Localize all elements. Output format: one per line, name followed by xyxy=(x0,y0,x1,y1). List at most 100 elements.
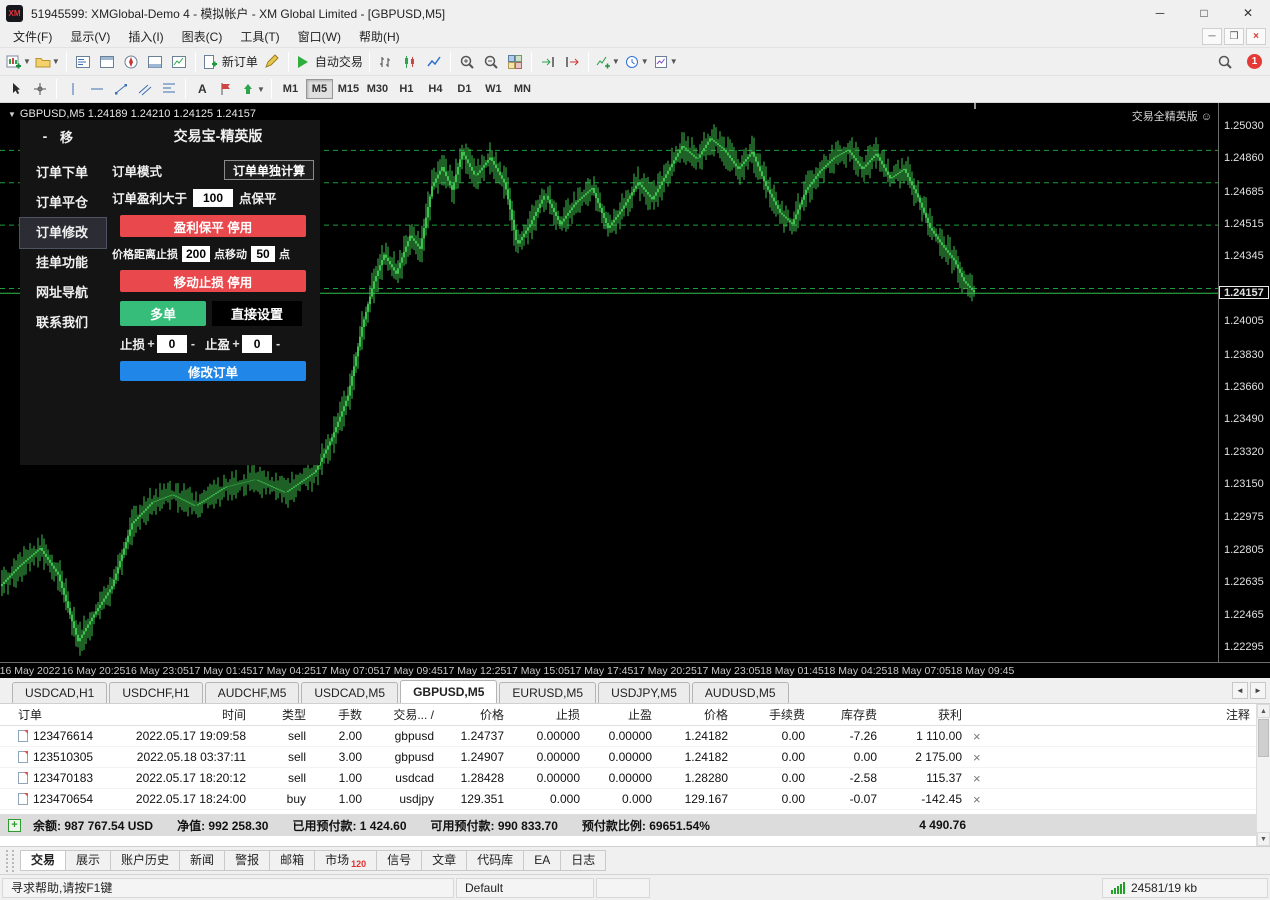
search-button[interactable] xyxy=(1213,50,1237,74)
panel-nav-order-modify[interactable]: 订单修改 xyxy=(20,218,106,248)
sl-plus-button[interactable]: + xyxy=(145,337,157,351)
stop-loss-input[interactable] xyxy=(157,335,187,353)
time-axis[interactable]: 16 May 202216 May 20:2516 May 23:0517 Ma… xyxy=(0,662,1270,678)
timeframe-h1-button[interactable]: H1 xyxy=(393,79,420,99)
column-header-type[interactable]: 类型 xyxy=(250,706,310,723)
column-header-time[interactable]: 时间 xyxy=(110,706,250,723)
maximize-button[interactable]: □ xyxy=(1182,0,1226,26)
breakeven-toggle-button[interactable]: 盈利保平 停用 xyxy=(120,215,306,237)
channel-button[interactable] xyxy=(133,77,157,101)
mdi-close-button[interactable]: × xyxy=(1246,28,1266,45)
indicators-button[interactable]: ▼ xyxy=(593,50,622,74)
column-header-swap[interactable]: 库存费 xyxy=(809,706,881,723)
chart-tab-usdcad-h1[interactable]: USDCAD,H1 xyxy=(12,682,107,703)
cursor-button[interactable] xyxy=(4,77,28,101)
scrollbar-thumb[interactable] xyxy=(1258,719,1269,757)
zoom-out-button[interactable] xyxy=(479,50,503,74)
panel-nav-contact-us[interactable]: 联系我们 xyxy=(20,308,106,338)
autotrading-button[interactable]: 自动交易 xyxy=(293,50,365,74)
timeframe-h4-button[interactable]: H4 xyxy=(422,79,449,99)
buy-orders-button[interactable]: 多单 xyxy=(120,301,206,326)
price-axis[interactable]: 1.250301.248601.246851.245151.243451.241… xyxy=(1218,103,1270,662)
direct-set-button[interactable]: 直接设置 xyxy=(212,301,302,326)
table-row[interactable]: 1234701832022.05.17 18:20:12sell1.00usdc… xyxy=(0,768,1270,789)
bottom-tab-trade[interactable]: 交易 xyxy=(20,850,66,871)
scroll-down-icon[interactable]: ▼ xyxy=(1257,832,1270,846)
column-header-profit[interactable]: 获利 xyxy=(881,706,966,723)
tp-plus-button[interactable]: + xyxy=(230,337,242,351)
timeframe-mn-button[interactable]: MN xyxy=(509,79,536,99)
trailing-step-input[interactable] xyxy=(251,246,275,262)
status-profile[interactable]: Default xyxy=(456,878,594,898)
bottom-tab-market[interactable]: 市场120 xyxy=(314,850,377,871)
timeframe-m5-button[interactable]: M5 xyxy=(306,79,333,99)
panel-nav-url-nav[interactable]: 网址导航 xyxy=(20,278,106,308)
profiles-button[interactable]: ▼ xyxy=(33,50,62,74)
column-header-price2[interactable]: 价格 xyxy=(656,706,732,723)
autoscroll-toggle[interactable] xyxy=(536,50,560,74)
zoom-in-button[interactable] xyxy=(455,50,479,74)
bottom-tab-mailbox[interactable]: 邮箱 xyxy=(269,850,315,871)
column-header-symbol[interactable]: 交易... / xyxy=(366,706,438,723)
profit-threshold-input[interactable] xyxy=(193,189,233,207)
menu-item-window[interactable]: 窗口(W) xyxy=(289,26,350,47)
close-button[interactable]: ✕ xyxy=(1226,0,1270,26)
trailing-distance-input[interactable] xyxy=(182,246,210,262)
chart-tab-audchf-m5[interactable]: AUDCHF,M5 xyxy=(205,682,300,703)
column-header-comment[interactable]: 注释 xyxy=(996,706,1254,723)
table-row[interactable]: 1235103052022.05.18 03:37:11sell3.00gbpu… xyxy=(0,747,1270,768)
column-header-lots[interactable]: 手数 xyxy=(310,706,366,723)
timeframe-m30-button[interactable]: M30 xyxy=(364,79,391,99)
navigator-toggle[interactable] xyxy=(119,50,143,74)
column-header-tp[interactable]: 止盈 xyxy=(584,706,656,723)
bottom-tab-account-history[interactable]: 账户历史 xyxy=(110,850,180,871)
line-chart-button[interactable] xyxy=(422,50,446,74)
chart-tab-audusd-m5[interactable]: AUDUSD,M5 xyxy=(692,682,789,703)
templates-button[interactable]: ▼ xyxy=(651,50,680,74)
chart-shift-toggle[interactable] xyxy=(560,50,584,74)
tile-windows-button[interactable] xyxy=(503,50,527,74)
text-button[interactable]: A xyxy=(190,77,214,101)
trendline-button[interactable] xyxy=(109,77,133,101)
fibonacci-button[interactable] xyxy=(157,77,181,101)
column-header-sl[interactable]: 止损 xyxy=(508,706,584,723)
menu-item-charts[interactable]: 图表(C) xyxy=(173,26,232,47)
notifications-badge[interactable]: 1 xyxy=(1247,54,1262,69)
panel-grip[interactable] xyxy=(6,850,14,872)
strategy-tester-toggle[interactable] xyxy=(167,50,191,74)
chart-tab-usdcad-m5[interactable]: USDCAD,M5 xyxy=(301,682,398,703)
text-label-button[interactable] xyxy=(214,77,238,101)
chart-tab-gbpusd-m5[interactable]: GBPUSD,M5 xyxy=(400,680,497,703)
panel-nav-order-close[interactable]: 订单平仓 xyxy=(20,188,106,218)
take-profit-input[interactable] xyxy=(242,335,272,353)
mdi-restore-button[interactable]: ❒ xyxy=(1224,28,1244,45)
timeframe-d1-button[interactable]: D1 xyxy=(451,79,478,99)
bottom-tab-experts[interactable]: EA xyxy=(523,850,561,871)
minimize-button[interactable]: ─ xyxy=(1138,0,1182,26)
chart-tab-usdjpy-m5[interactable]: USDJPY,M5 xyxy=(598,682,690,703)
new-chart-button[interactable]: ▼ xyxy=(4,50,33,74)
bar-chart-button[interactable] xyxy=(374,50,398,74)
sl-minus-button[interactable]: - xyxy=(187,337,199,351)
close-order-button[interactable]: × xyxy=(970,729,984,744)
close-order-button[interactable]: × xyxy=(970,750,984,765)
bottom-tab-journal[interactable]: 日志 xyxy=(560,850,606,871)
modify-order-button[interactable]: 修改订单 xyxy=(120,361,306,381)
menu-item-insert[interactable]: 插入(I) xyxy=(119,26,172,47)
tabs-scroll-left-button[interactable]: ◄ xyxy=(1232,682,1248,699)
panel-nav-order-open[interactable]: 订单下单 xyxy=(20,158,106,188)
column-header-order[interactable]: 订单 xyxy=(14,706,110,723)
timeframe-m15-button[interactable]: M15 xyxy=(335,79,362,99)
metaeditor-button[interactable] xyxy=(260,50,284,74)
table-row[interactable]: 1234706542022.05.17 18:24:00buy1.00usdjp… xyxy=(0,789,1270,810)
bottom-tab-articles[interactable]: 文章 xyxy=(421,850,467,871)
mdi-minimize-button[interactable]: ─ xyxy=(1202,28,1222,45)
bottom-tab-news[interactable]: 新闻 xyxy=(179,850,225,871)
menu-item-view[interactable]: 显示(V) xyxy=(61,26,119,47)
bottom-tab-alerts[interactable]: 警报 xyxy=(224,850,270,871)
table-row[interactable]: 1234766142022.05.17 19:09:58sell2.00gbpu… xyxy=(0,726,1270,747)
timeframe-m1-button[interactable]: M1 xyxy=(277,79,304,99)
menu-item-tools[interactable]: 工具(T) xyxy=(231,26,288,47)
column-header-commission[interactable]: 手续费 xyxy=(732,706,809,723)
tp-minus-button[interactable]: - xyxy=(272,337,284,351)
